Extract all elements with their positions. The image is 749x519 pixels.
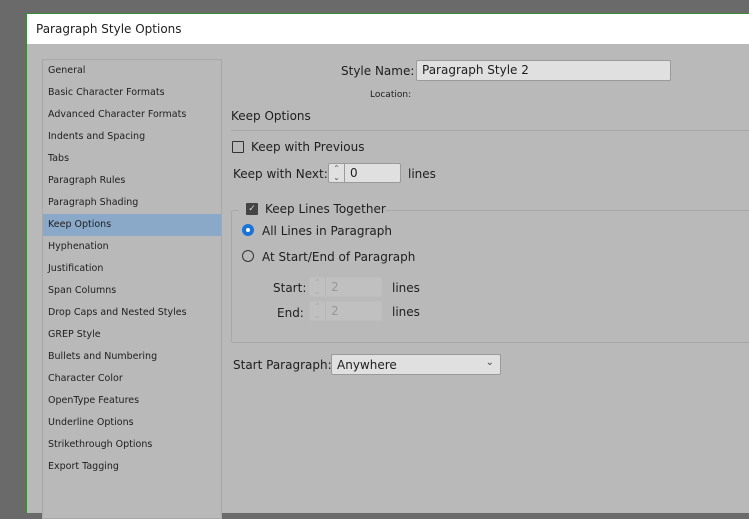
- start-label: Start:: [273, 281, 307, 295]
- sidebar-item-indents-and-spacing[interactable]: Indents and Spacing: [43, 126, 221, 148]
- sidebar-item-export-tagging[interactable]: Export Tagging: [43, 456, 221, 478]
- sidebar-item-hyphenation[interactable]: Hyphenation: [43, 236, 221, 258]
- style-name-label: Style Name:: [341, 64, 415, 78]
- keep-with-next-stepper[interactable]: ⌃ ⌄ 0: [328, 163, 401, 183]
- sidebar-item-tabs[interactable]: Tabs: [43, 148, 221, 170]
- paragraph-style-options-dialog: Paragraph Style Options General Basic Cha…: [26, 13, 749, 519]
- stepper-arrows-icon: ⌃ ⌄: [310, 302, 326, 320]
- sidebar: General Basic Character Formats Advanced C…: [42, 59, 222, 519]
- sidebar-item-underline-options[interactable]: Underline Options: [43, 412, 221, 434]
- section-title: Keep Options: [231, 109, 311, 123]
- keep-lines-together-checkbox[interactable]: ✓: [246, 203, 258, 215]
- end-unit: lines: [392, 305, 420, 319]
- keep-with-next-unit: lines: [408, 167, 436, 181]
- chevron-down-icon: ⌄: [485, 357, 494, 368]
- all-lines-radio[interactable]: [242, 224, 254, 236]
- sidebar-item-basic-character-formats[interactable]: Basic Character Formats: [43, 82, 221, 104]
- sidebar-item-bullets-and-numbering[interactable]: Bullets and Numbering: [43, 346, 221, 368]
- keep-with-previous-checkbox[interactable]: [232, 141, 244, 153]
- stepper-arrows-icon: ⌃ ⌄: [310, 278, 326, 296]
- sidebar-item-justification[interactable]: Justification: [43, 258, 221, 280]
- sidebar-item-advanced-character-formats[interactable]: Advanced Character Formats: [43, 104, 221, 126]
- divider: [231, 130, 749, 131]
- start-stepper[interactable]: ⌃ ⌄ 2: [309, 277, 382, 297]
- dialog-title: Paragraph Style Options: [27, 14, 749, 44]
- sidebar-item-paragraph-shading[interactable]: Paragraph Shading: [43, 192, 221, 214]
- end-stepper[interactable]: ⌃ ⌄ 2: [309, 301, 382, 321]
- start-paragraph-label: Start Paragraph:: [233, 358, 332, 372]
- sidebar-item-grep-style[interactable]: GREP Style: [43, 324, 221, 346]
- style-name-input[interactable]: Paragraph Style 2: [416, 60, 671, 81]
- keep-with-next-label: Keep with Next:: [233, 167, 328, 181]
- sidebar-item-drop-caps-and-nested-styles[interactable]: Drop Caps and Nested Styles: [43, 302, 221, 324]
- keep-with-previous-label: Keep with Previous: [251, 140, 365, 154]
- location-label: Location:: [370, 90, 412, 100]
- all-lines-label: All Lines in Paragraph: [262, 224, 392, 238]
- start-paragraph-select[interactable]: Anywhere ⌄: [331, 354, 501, 375]
- keep-lines-together-label: Keep Lines Together: [265, 202, 386, 216]
- stepper-arrows-icon[interactable]: ⌃ ⌄: [329, 164, 345, 182]
- end-label: End:: [277, 306, 304, 320]
- sidebar-item-span-columns[interactable]: Span Columns: [43, 280, 221, 302]
- start-paragraph-value: Anywhere: [337, 358, 397, 372]
- start-unit: lines: [392, 281, 420, 295]
- sidebar-item-general[interactable]: General: [43, 60, 221, 82]
- sidebar-item-opentype-features[interactable]: OpenType Features: [43, 390, 221, 412]
- start-end-label: At Start/End of Paragraph: [262, 250, 416, 264]
- sidebar-item-strikethrough-options[interactable]: Strikethrough Options: [43, 434, 221, 456]
- sidebar-item-character-color[interactable]: Character Color: [43, 368, 221, 390]
- sidebar-item-paragraph-rules[interactable]: Paragraph Rules: [43, 170, 221, 192]
- start-end-radio[interactable]: [242, 250, 254, 262]
- sidebar-item-keep-options[interactable]: Keep Options: [43, 214, 221, 236]
